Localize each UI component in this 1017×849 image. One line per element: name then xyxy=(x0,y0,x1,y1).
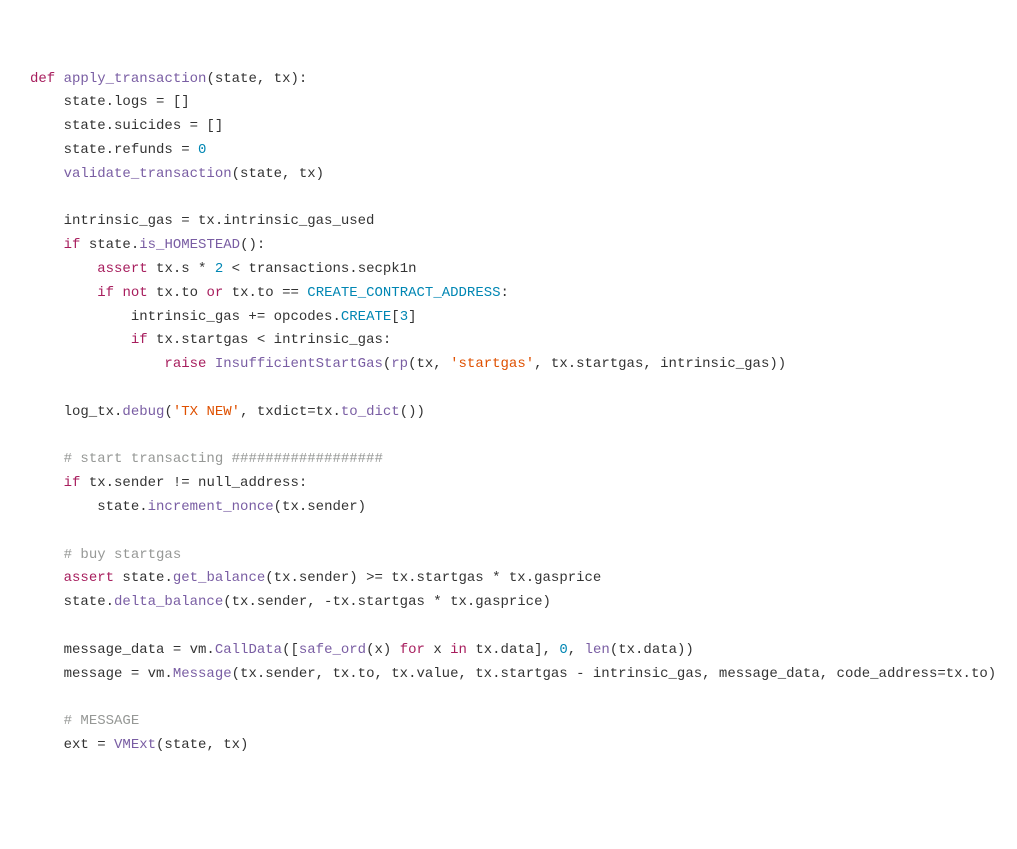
code-line: if tx.startgas < intrinsic_gas: xyxy=(30,332,391,348)
code-line: intrinsic_gas += opcodes.CREATE[3] xyxy=(30,309,417,325)
code-line: state.increment_nonce(tx.sender) xyxy=(30,499,366,515)
code-line: assert tx.s * 2 < transactions.secpk1n xyxy=(30,261,417,277)
code-line: state.refunds = 0 xyxy=(30,142,206,158)
code-line: assert state.get_balance(tx.sender) >= t… xyxy=(30,570,601,586)
code-line: raise InsufficientStartGas(rp(tx, 'start… xyxy=(30,356,786,372)
code-line: state.logs = [] xyxy=(30,94,190,110)
code-line: message = vm.Message(tx.sender, tx.to, t… xyxy=(30,666,996,682)
code-line: ext = VMExt(state, tx) xyxy=(30,737,248,753)
code-line: state.suicides = [] xyxy=(30,118,223,134)
code-line: log_tx.debug('TX NEW', txdict=tx.to_dict… xyxy=(30,404,425,420)
code-line: # start transacting ################## xyxy=(30,451,383,467)
code-line: state.delta_balance(tx.sender, -tx.start… xyxy=(30,594,551,610)
code-line: # MESSAGE xyxy=(30,713,139,729)
code-line: validate_transaction(state, tx) xyxy=(30,166,324,182)
code-line: if not tx.to or tx.to == CREATE_CONTRACT… xyxy=(30,285,509,301)
code-line: if state.is_HOMESTEAD(): xyxy=(30,237,265,253)
code-line: # buy startgas xyxy=(30,547,181,563)
code-line: if tx.sender != null_address: xyxy=(30,475,307,491)
code-line: def apply_transaction(state, tx): xyxy=(30,71,307,87)
code-block: def apply_transaction(state, tx): state.… xyxy=(30,68,987,758)
code-line: intrinsic_gas = tx.intrinsic_gas_used xyxy=(30,213,374,229)
code-line: message_data = vm.CallData([safe_ord(x) … xyxy=(30,642,694,658)
